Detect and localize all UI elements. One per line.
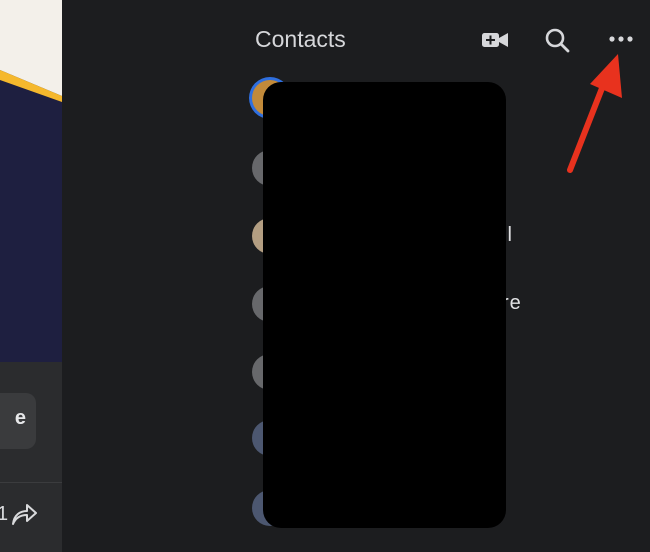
privacy-redaction-box bbox=[263, 82, 506, 528]
feed-action-button-label: e bbox=[14, 407, 26, 429]
feed-panel: e 1 bbox=[0, 0, 62, 552]
video-call-icon[interactable] bbox=[480, 26, 510, 54]
contacts-title: Contacts bbox=[255, 26, 346, 52]
share-arrow-icon[interactable] bbox=[10, 501, 38, 527]
annotation-arrow-icon bbox=[567, 54, 622, 173]
feed-action-button[interactable]: e bbox=[0, 393, 36, 449]
feed-divider bbox=[0, 482, 62, 483]
feed-post-banner bbox=[0, 0, 62, 362]
reaction-count: 1 bbox=[0, 503, 9, 525]
